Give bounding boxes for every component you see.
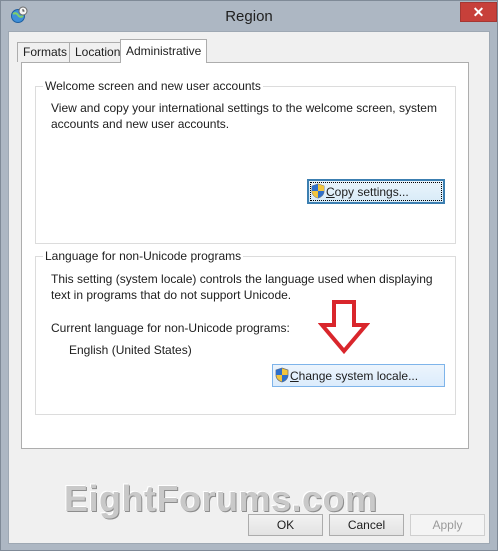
uac-shield-icon — [275, 367, 289, 383]
administrative-tab-panel: Welcome screen and new user accounts Vie… — [21, 62, 469, 449]
tab-formats[interactable]: Formats — [17, 42, 74, 62]
non-unicode-description-line-1: This setting (system locale) controls th… — [51, 272, 433, 286]
non-unicode-group-label: Language for non-Unicode programs — [43, 249, 244, 263]
region-dialog-window: Region ✕ Formats Location Administrative… — [0, 0, 498, 551]
welcome-description-line-2: accounts and new user accounts. — [51, 117, 230, 131]
current-language-label: Current language for non-Unicode program… — [51, 321, 290, 335]
change-system-locale-button[interactable]: Change system locale... — [272, 364, 445, 387]
welcome-description-line-1: View and copy your international setting… — [51, 101, 437, 115]
welcome-screen-group: Welcome screen and new user accounts Vie… — [35, 79, 456, 244]
cancel-button[interactable]: Cancel — [329, 514, 404, 536]
apply-button[interactable]: Apply — [410, 514, 485, 536]
welcome-description: View and copy your international setting… — [51, 100, 451, 132]
non-unicode-description: This setting (system locale) controls th… — [51, 271, 451, 303]
ok-button[interactable]: OK — [248, 514, 323, 536]
current-language-value: English (United States) — [69, 343, 192, 357]
close-button[interactable]: ✕ — [460, 2, 497, 22]
dialog-client-area: Formats Location Administrative Welcome … — [8, 31, 490, 544]
welcome-group-label: Welcome screen and new user accounts — [43, 79, 263, 93]
change-locale-mnemonic: C — [290, 368, 299, 383]
uac-shield-icon — [311, 183, 325, 199]
window-title: Region — [225, 8, 273, 25]
non-unicode-group: Language for non-Unicode programs This s… — [35, 249, 456, 415]
copy-settings-label: opy settings... — [334, 184, 409, 199]
down-arrow-icon — [318, 300, 370, 355]
copy-settings-button[interactable]: Copy settings... — [307, 179, 445, 204]
copy-settings-mnemonic: C — [326, 184, 335, 199]
change-locale-label: hange system locale... — [298, 368, 419, 383]
title-bar[interactable]: Region ✕ — [1, 1, 497, 32]
tab-administrative[interactable]: Administrative — [120, 39, 208, 63]
tab-location[interactable]: Location — [69, 42, 127, 62]
non-unicode-description-line-2: text in programs that do not support Uni… — [51, 288, 292, 302]
